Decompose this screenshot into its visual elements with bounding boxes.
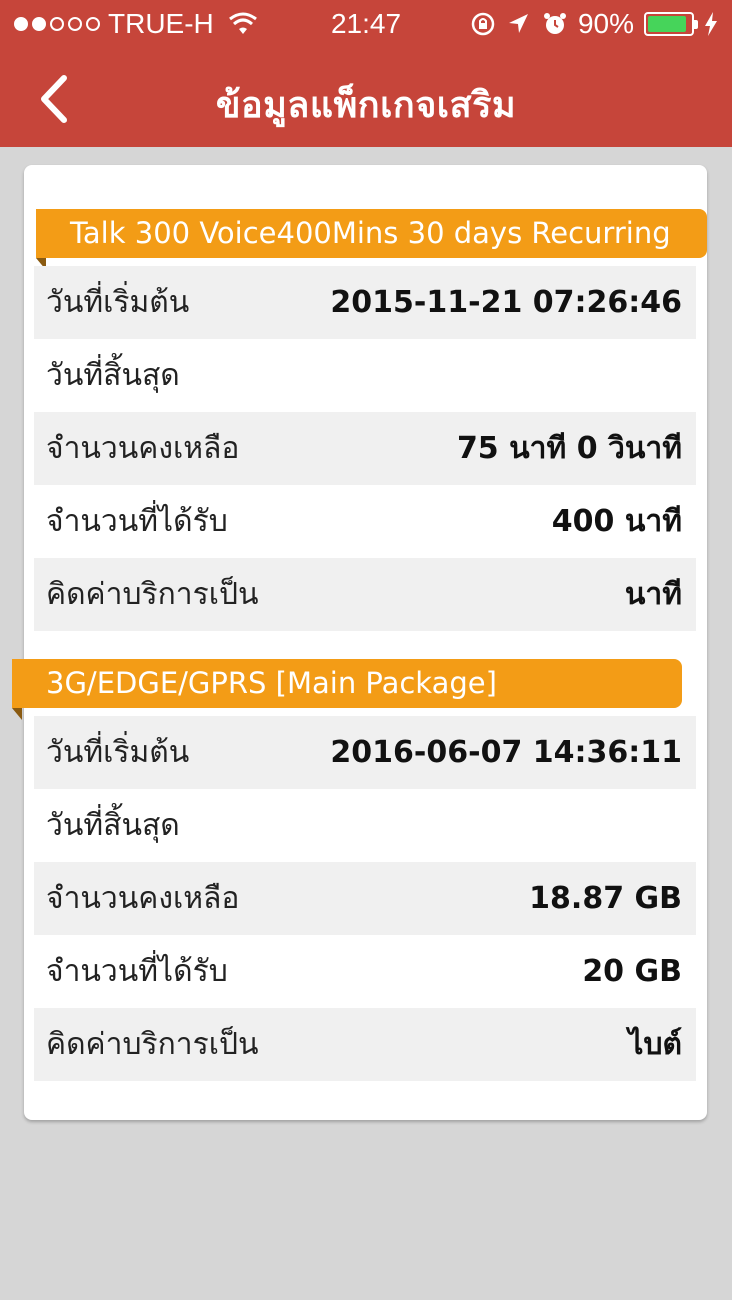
row-label: คิดค่าบริการเป็น (46, 1027, 259, 1062)
row-value: นาที (624, 577, 682, 612)
row-label: จำนวนที่ได้รับ (46, 954, 228, 989)
detail-row-remaining: จำนวนคงเหลือ 75 นาที 0 วินาที (34, 412, 696, 485)
status-bar: TRUE-H 21:47 90% (0, 0, 732, 50)
battery-fill (648, 16, 686, 32)
app-header: TRUE-H 21:47 90% ข้อมูลแพ็กเกจเสริม (0, 0, 732, 147)
alarm-icon (543, 13, 566, 34)
detail-row-received: จำนวนที่ได้รับ 20 GB (34, 935, 696, 1008)
row-label: คิดค่าบริการเป็น (46, 577, 259, 612)
row-value: 2016-06-07 14:36:11 (330, 735, 682, 770)
row-value: ไบต์ (628, 1027, 682, 1062)
package-details: วันที่เริ่มต้น 2015-11-21 07:26:46 วันที… (34, 266, 696, 631)
page-title: ข้อมูลแพ็กเกจเสริม (215, 85, 517, 126)
row-label: วันที่เริ่มต้น (46, 285, 190, 320)
row-value: 400 นาที (551, 504, 682, 539)
battery-icon (644, 12, 698, 36)
status-right: 90% (470, 8, 718, 40)
row-value: 2015-11-21 07:26:46 (330, 285, 682, 320)
row-label: วันที่สิ้นสุด (46, 808, 180, 843)
detail-row-received: จำนวนที่ได้รับ 400 นาที (34, 485, 696, 558)
detail-row-end-date: วันที่สิ้นสุด (34, 339, 696, 412)
detail-row-billing-unit: คิดค่าบริการเป็น ไบต์ (34, 1008, 696, 1081)
row-label: จำนวนคงเหลือ (46, 431, 240, 466)
charging-bolt-icon (705, 12, 717, 36)
orientation-lock-icon (471, 12, 495, 36)
package-banner: Talk 300 Voice400Mins 30 days Recurring (36, 209, 707, 270)
package-details: วันที่เริ่มต้น 2016-06-07 14:36:11 วันที… (34, 716, 696, 1081)
battery-percent: 90% (577, 8, 634, 39)
package-name: Talk 300 Voice400Mins 30 days Recurring (70, 216, 671, 250)
row-label: จำนวนที่ได้รับ (46, 504, 228, 539)
row-value: 75 นาที 0 วินาที (456, 431, 682, 466)
package-card: Talk 300 Voice400Mins 30 days Recurring … (12, 165, 707, 1120)
detail-row-billing-unit: คิดค่าบริการเป็น นาที (34, 558, 696, 631)
banner-fold (12, 708, 22, 720)
row-label: จำนวนคงเหลือ (46, 881, 240, 916)
row-value: 20 GB (582, 954, 682, 989)
detail-row-start-date: วันที่เริ่มต้น 2015-11-21 07:26:46 (34, 266, 696, 339)
detail-row-end-date: วันที่สิ้นสุด (34, 789, 696, 862)
detail-row-remaining: จำนวนคงเหลือ 18.87 GB (34, 862, 696, 935)
package-banner: 3G/EDGE/GPRS [Main Package] (12, 659, 682, 720)
row-label: วันที่เริ่มต้น (46, 735, 190, 770)
row-label: วันที่สิ้นสุด (46, 358, 180, 393)
detail-row-start-date: วันที่เริ่มต้น 2016-06-07 14:36:11 (34, 716, 696, 789)
package-name: 3G/EDGE/GPRS [Main Package] (46, 666, 497, 700)
row-value: 18.87 GB (529, 881, 682, 916)
navigation-bar: ข้อมูลแพ็กเกจเสริม (0, 50, 732, 147)
location-arrow-icon (508, 14, 528, 33)
